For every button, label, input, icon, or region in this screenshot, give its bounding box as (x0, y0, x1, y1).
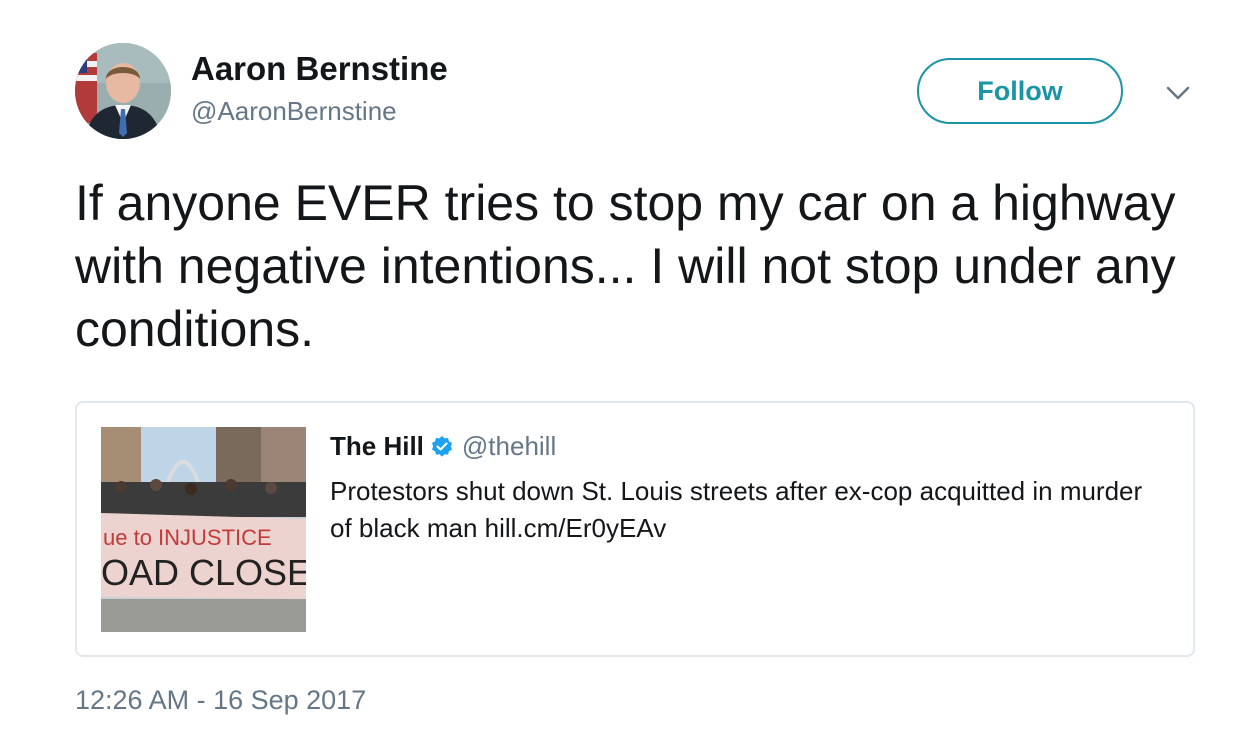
banner-text-line1: ue to INJUSTICE (103, 525, 272, 550)
author-avatar[interactable] (75, 43, 171, 139)
quoted-tweet-header: The Hill @thehill (330, 431, 556, 462)
author-handle[interactable]: @AaronBernstine (191, 96, 397, 127)
banner-text-line2: OAD CLOSED (101, 552, 306, 593)
tweet-menu-button[interactable] (1163, 78, 1193, 108)
author-display-name[interactable]: Aaron Bernstine (191, 50, 448, 88)
follow-button-label: Follow (977, 75, 1063, 106)
tweet-text: If anyone EVER tries to stop my car on a… (75, 175, 1176, 357)
quoted-tweet-thumbnail[interactable]: ue to INJUSTICE OAD CLOSED (101, 427, 306, 632)
follow-button[interactable]: Follow (917, 58, 1123, 124)
quoted-author-handle[interactable]: @thehill (462, 431, 556, 462)
protest-photo: ue to INJUSTICE OAD CLOSED (101, 427, 306, 632)
tweet-timestamp[interactable]: 12:26 AM - 16 Sep 2017 (75, 685, 366, 716)
profile-photo (75, 43, 171, 139)
verified-badge-icon (430, 435, 454, 459)
chevron-down-icon (1166, 86, 1190, 100)
quoted-author-name[interactable]: The Hill (330, 431, 424, 462)
quoted-tweet-card[interactable]: ue to INJUSTICE OAD CLOSED The Hill @the… (75, 401, 1195, 657)
quoted-tweet-text: Protestors shut down St. Louis streets a… (330, 476, 1143, 543)
